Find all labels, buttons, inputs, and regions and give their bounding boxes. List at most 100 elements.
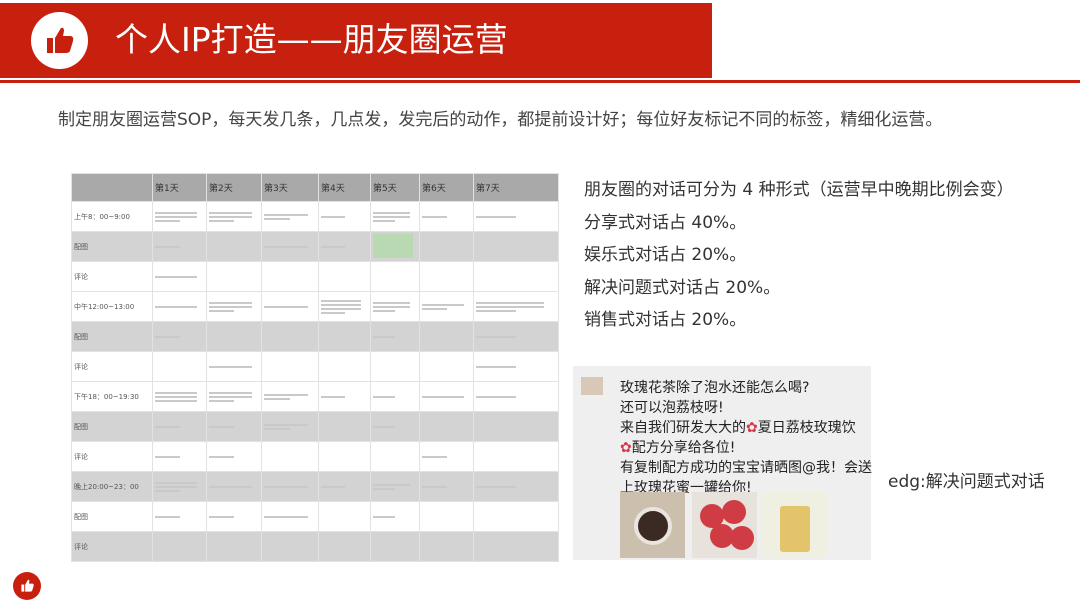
post-line: 来自我们研发大大的✿夏日荔枝玫瑰饮: [620, 420, 856, 436]
table-cell: [206, 471, 262, 502]
table-cell: [370, 291, 420, 322]
table-cell: [152, 291, 207, 322]
table-cell: [419, 201, 474, 232]
page-title: 个人IP打造——朋友圈运营: [115, 20, 508, 59]
table-cell: [261, 351, 319, 382]
table-cell: [318, 201, 371, 232]
rose-emoji-icon: ✿: [620, 440, 632, 456]
table-cell: [152, 321, 207, 352]
table-cell: [206, 321, 262, 352]
table-header-cell: 第7天: [473, 173, 559, 202]
post-line: 还可以泡荔枝呀!: [620, 400, 724, 416]
table-row: 中午12:00~13:00: [71, 291, 559, 322]
table-header-cell: 第5天: [370, 173, 420, 202]
table-cell: [370, 471, 420, 502]
intro-text: 制定朋友圈运营SOP，每天发几条，几点发，发完后的动作，都提前设计好；每位好友标…: [58, 110, 943, 130]
table-cell: [370, 261, 420, 292]
table-cell: [261, 501, 319, 532]
table-cell: [206, 441, 262, 472]
table-cell: [206, 501, 262, 532]
table-cell: [473, 231, 559, 262]
table-cell: [318, 231, 371, 262]
row-label: 配图: [71, 321, 153, 352]
avatar: [581, 377, 603, 395]
row-label: 配图: [71, 501, 153, 532]
table-cell: [419, 291, 474, 322]
thumbs-up-icon: [21, 579, 34, 592]
table-cell: [473, 411, 559, 442]
post-line: ✿配方分享给各位!: [620, 440, 736, 456]
row-label: 下午18：00~19:30: [71, 381, 153, 412]
table-row: 评论: [71, 351, 559, 382]
table-header-cell: 第2天: [206, 173, 262, 202]
table-cell: [206, 531, 262, 562]
table-cell: [473, 441, 559, 472]
table-cell: [261, 531, 319, 562]
table-cell: [152, 531, 207, 562]
table-cell: [318, 411, 371, 442]
table-cell: [261, 471, 319, 502]
table-cell: [152, 471, 207, 502]
table-cell: [419, 261, 474, 292]
table-cell: [419, 531, 474, 562]
table-cell: [419, 441, 474, 472]
table-header-row: 第1天 第2天 第3天 第4天 第5天 第6天 第7天: [71, 173, 559, 202]
table-cell: [318, 441, 371, 472]
table-cell: [473, 291, 559, 322]
table-cell: [261, 261, 319, 292]
post-line: 有复制配方成功的宝宝请晒图@我！会送: [620, 460, 872, 476]
table-cell: [370, 531, 420, 562]
post-photo-lychee: [692, 492, 757, 558]
table-cell: [152, 381, 207, 412]
table-cell: [152, 501, 207, 532]
table-header-cell: 第3天: [261, 173, 319, 202]
table-cell: [318, 381, 371, 412]
row-label: 评论: [71, 441, 153, 472]
table-cell: [318, 261, 371, 292]
forms-item: 解决问题式对话占 20%。: [584, 277, 781, 298]
table-cell: [318, 351, 371, 382]
table-cell: [152, 261, 207, 292]
table-cell: [370, 231, 420, 262]
table-cell: [473, 261, 559, 292]
table-cell: [152, 231, 207, 262]
table-cell: [261, 441, 319, 472]
footer-badge: [13, 572, 41, 600]
table-row: 配图: [71, 501, 559, 532]
table-cell: [473, 501, 559, 532]
table-cell: [318, 471, 371, 502]
post-text: 玫瑰花茶除了泡水还能怎么喝? 还可以泡荔枝呀! 来自我们研发大大的✿夏日荔枝玫瑰…: [620, 378, 872, 498]
dialogue-forms-list: 朋友圈的对话可分为 4 种形式（运营早中晚期比例会变） 分享式对话占 40%。 …: [584, 174, 1014, 337]
table-cell: [419, 471, 474, 502]
table-row: 配图: [71, 411, 559, 442]
table-row: 评论: [71, 261, 559, 292]
table-cell: [261, 231, 319, 262]
thumbnail-image: [373, 233, 413, 258]
table-cell: [318, 291, 371, 322]
table-row: 上午8：00~9:00: [71, 201, 559, 232]
table-row: 评论: [71, 441, 559, 472]
table-cell: [261, 381, 319, 412]
post-photo-tea: [620, 492, 685, 558]
table-header-cell: 第6天: [419, 173, 474, 202]
table-cell: [473, 381, 559, 412]
table-cell: [261, 201, 319, 232]
moments-post-screenshot: 玫瑰花茶除了泡水还能怎么喝? 还可以泡荔枝呀! 来自我们研发大大的✿夏日荔枝玫瑰…: [573, 366, 872, 560]
row-label: 晚上20:00~23：00: [71, 471, 153, 502]
table-row: 配图: [71, 321, 559, 352]
table-cell: [370, 321, 420, 352]
table-cell: [318, 531, 371, 562]
table-row: 下午18：00~19:30: [71, 381, 559, 412]
table-cell: [261, 411, 319, 442]
row-label: 配图: [71, 231, 153, 262]
table-cell: [152, 351, 207, 382]
table-cell: [206, 261, 262, 292]
table-cell: [152, 201, 207, 232]
row-label: 评论: [71, 261, 153, 292]
table-cell: [206, 411, 262, 442]
table-cell: [370, 351, 420, 382]
table-row: 评论: [71, 531, 559, 562]
table-cell: [370, 201, 420, 232]
post-line: 玫瑰花茶除了泡水还能怎么喝?: [620, 380, 810, 396]
row-label: 配图: [71, 411, 153, 442]
